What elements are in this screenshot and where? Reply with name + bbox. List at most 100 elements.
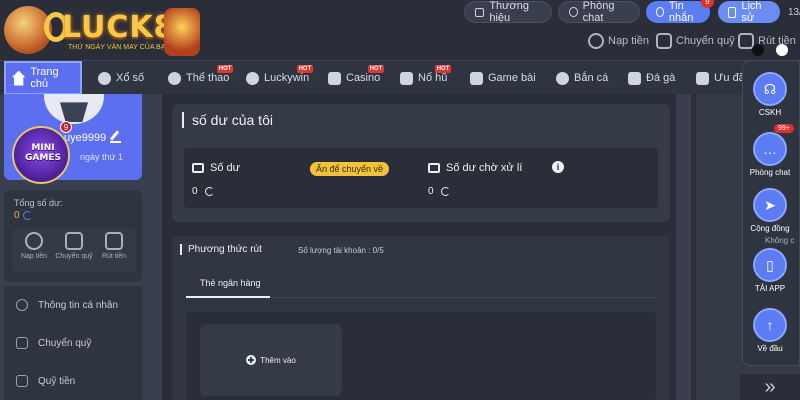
nav-label-fish-shooting: Bắn cá xyxy=(574,72,609,84)
main-content: số dư của tôi Số dư Ẩn để chuyển về 0 Số… xyxy=(162,94,676,400)
nav-item-slots[interactable]: Nổ hũ HOT xyxy=(400,61,452,95)
chat-room-button[interactable]: Phòng chat xyxy=(558,0,640,24)
sidebar-item-label: Quỹ tiền xyxy=(38,375,76,387)
gift-icon xyxy=(696,71,709,85)
nav-item-cockfight[interactable]: Đá gà xyxy=(628,61,675,95)
soccer-ball-icon xyxy=(168,71,181,85)
balance-label: Số dư xyxy=(210,162,240,174)
nav-item-home[interactable]: Trang chủ xyxy=(4,61,82,95)
cut-text: Không c xyxy=(765,236,795,245)
messages-button[interactable]: Tin nhắn 9 xyxy=(646,0,714,24)
nav-label-lottery: Xổ số xyxy=(116,72,145,84)
messages-label: Tin nhắn xyxy=(668,0,694,24)
mini-games-button[interactable]: MINI GAMES xyxy=(12,126,70,184)
rooster-icon xyxy=(628,71,641,85)
nav-item-card-games[interactable]: Game bài xyxy=(470,61,536,95)
customer-support-label: CSKH xyxy=(758,108,782,117)
sidebar-deposit-button[interactable]: Nạp tiền xyxy=(14,232,54,260)
nav-item-luckywin[interactable]: Luckywin HOT xyxy=(246,61,314,95)
deposit-icon xyxy=(588,33,604,49)
mini-games-label: MINI GAMES xyxy=(25,143,61,163)
dark-theme-dot[interactable] xyxy=(752,44,764,56)
sidebar-item-profile[interactable]: Thông tin cá nhân xyxy=(16,296,118,314)
nav-item-sports[interactable]: Thể thao HOT xyxy=(168,61,234,95)
info-icon[interactable]: i xyxy=(552,161,564,173)
hot-badge: HOT xyxy=(216,65,234,73)
balance-value-row: 0 xyxy=(192,186,214,197)
add-bank-card-button[interactable]: Thêm vào xyxy=(200,324,342,396)
messages-badge: 9 xyxy=(701,0,714,8)
sidebar-actions: Nạp tiền Chuyển quỹ Rút tiền xyxy=(12,228,136,272)
store-icon xyxy=(475,7,485,17)
total-balance-box: Tổng số dư: 0 Nạp tiền Chuyển quỹ Rút ti… xyxy=(4,190,142,282)
download-app-button[interactable]: ▯ TẢI APP xyxy=(748,248,792,293)
nav-label-cockfight: Đá gà xyxy=(646,72,676,84)
light-theme-dot[interactable] xyxy=(776,44,788,56)
total-balance-amount: 0 xyxy=(14,210,20,221)
logo-god-of-wealth-icon xyxy=(164,8,200,56)
quick-deposit-label: Nạp tiền xyxy=(608,35,649,47)
edit-icon[interactable] xyxy=(110,132,121,143)
luckywin-icon xyxy=(246,71,259,85)
account-count: Số lượng tài khoản : 0/5 xyxy=(298,246,384,255)
wallet-icon xyxy=(192,163,204,173)
nav-item-fish-shooting[interactable]: Bắn cá xyxy=(556,61,608,95)
quick-deposit[interactable]: Nạp tiền xyxy=(588,30,649,52)
history-button[interactable]: Lịch sử xyxy=(718,0,780,24)
hot-badge: HOT xyxy=(367,65,385,73)
home-icon xyxy=(12,70,26,86)
nav-item-promotions[interactable]: Ưu đãi xyxy=(696,61,747,95)
username: uye9999 xyxy=(64,132,107,144)
sidebar-item-transfer[interactable]: Chuyển quỹ xyxy=(16,334,91,352)
nav-label-luckywin: Luckywin xyxy=(264,72,310,84)
hide-transfer-button[interactable]: Ẩn để chuyển về xyxy=(310,162,390,176)
tab-bank-card-label: Thẻ ngân hàng xyxy=(200,278,261,288)
total-balance-value: 0 xyxy=(14,210,32,221)
arrow-up-icon: ↑ xyxy=(753,308,787,342)
pending-balance-label: Số dư chờ xử lí xyxy=(446,162,523,174)
add-label: Thêm vào xyxy=(260,355,296,365)
nav-item-lottery[interactable]: Xổ số xyxy=(98,61,144,95)
phone-icon: ▯ xyxy=(753,248,787,282)
wallet-icon xyxy=(65,232,83,250)
withdraw-icon xyxy=(105,232,123,250)
nav-label-sports: Thể thao xyxy=(186,72,230,84)
nav-item-casino[interactable]: Casino HOT xyxy=(328,61,385,95)
member-day-text: ngày thứ 1 xyxy=(80,152,124,162)
lottery-icon xyxy=(98,71,111,85)
refresh-icon[interactable] xyxy=(440,187,450,196)
sidebar-menu: Thông tin cá nhân Chuyển quỹ Quỹ tiền xyxy=(4,286,142,400)
back-to-top-label: Về đầu xyxy=(757,344,783,353)
chat-icon xyxy=(569,7,578,17)
chat-bubble-icon: … xyxy=(753,132,787,166)
deposit-icon xyxy=(25,232,43,250)
balance-value: 0 xyxy=(192,186,198,197)
bank-cards-area: Thêm vào xyxy=(186,312,656,400)
wallet-icon xyxy=(428,163,440,173)
balance-label-row: Số dư xyxy=(192,162,240,174)
sidebar-transfer-button[interactable]: Chuyển quỹ xyxy=(54,232,94,260)
withdraw-method-card: Phương thức rút Số lượng tài khoản : 0/5… xyxy=(172,236,670,400)
plus-icon xyxy=(246,355,257,365)
double-chevron-icon: » xyxy=(764,375,776,398)
sidebar-withdraw-button[interactable]: Rút tiền xyxy=(94,232,134,260)
chat-badge: 99+ xyxy=(774,124,794,133)
withdraw-tabs: Thẻ ngân hàng xyxy=(186,272,656,298)
slot-machine-icon xyxy=(400,71,413,85)
nav-label-card-games: Game bài xyxy=(488,72,536,84)
collapse-panel-button[interactable]: » xyxy=(740,374,800,400)
headset-icon: ☊ xyxy=(753,72,787,106)
quick-transfer[interactable]: Chuyển quỹ xyxy=(656,30,735,52)
chat-room-float-label: Phòng chat xyxy=(749,168,791,177)
refresh-icon[interactable] xyxy=(22,211,32,220)
sidebar-item-funds[interactable]: Quỹ tiền xyxy=(16,372,75,390)
chat-room-float-button[interactable]: … 99+ Phòng chat xyxy=(748,124,794,177)
tab-bank-card[interactable]: Thẻ ngân hàng xyxy=(186,272,270,298)
customer-support-button[interactable]: ☊ CSKH xyxy=(748,72,792,117)
brand-button[interactable]: Thương hiệu xyxy=(464,0,552,24)
refresh-icon[interactable] xyxy=(204,187,214,196)
community-button[interactable]: ➤ Cộng đồng xyxy=(748,188,792,233)
cards-icon xyxy=(470,71,483,85)
luck8-logo[interactable]: LUCK8 THỨ NGÀY VÀN MAY CỦA BẠN xyxy=(4,4,200,56)
back-to-top-button[interactable]: ↑ Về đầu xyxy=(748,308,792,353)
